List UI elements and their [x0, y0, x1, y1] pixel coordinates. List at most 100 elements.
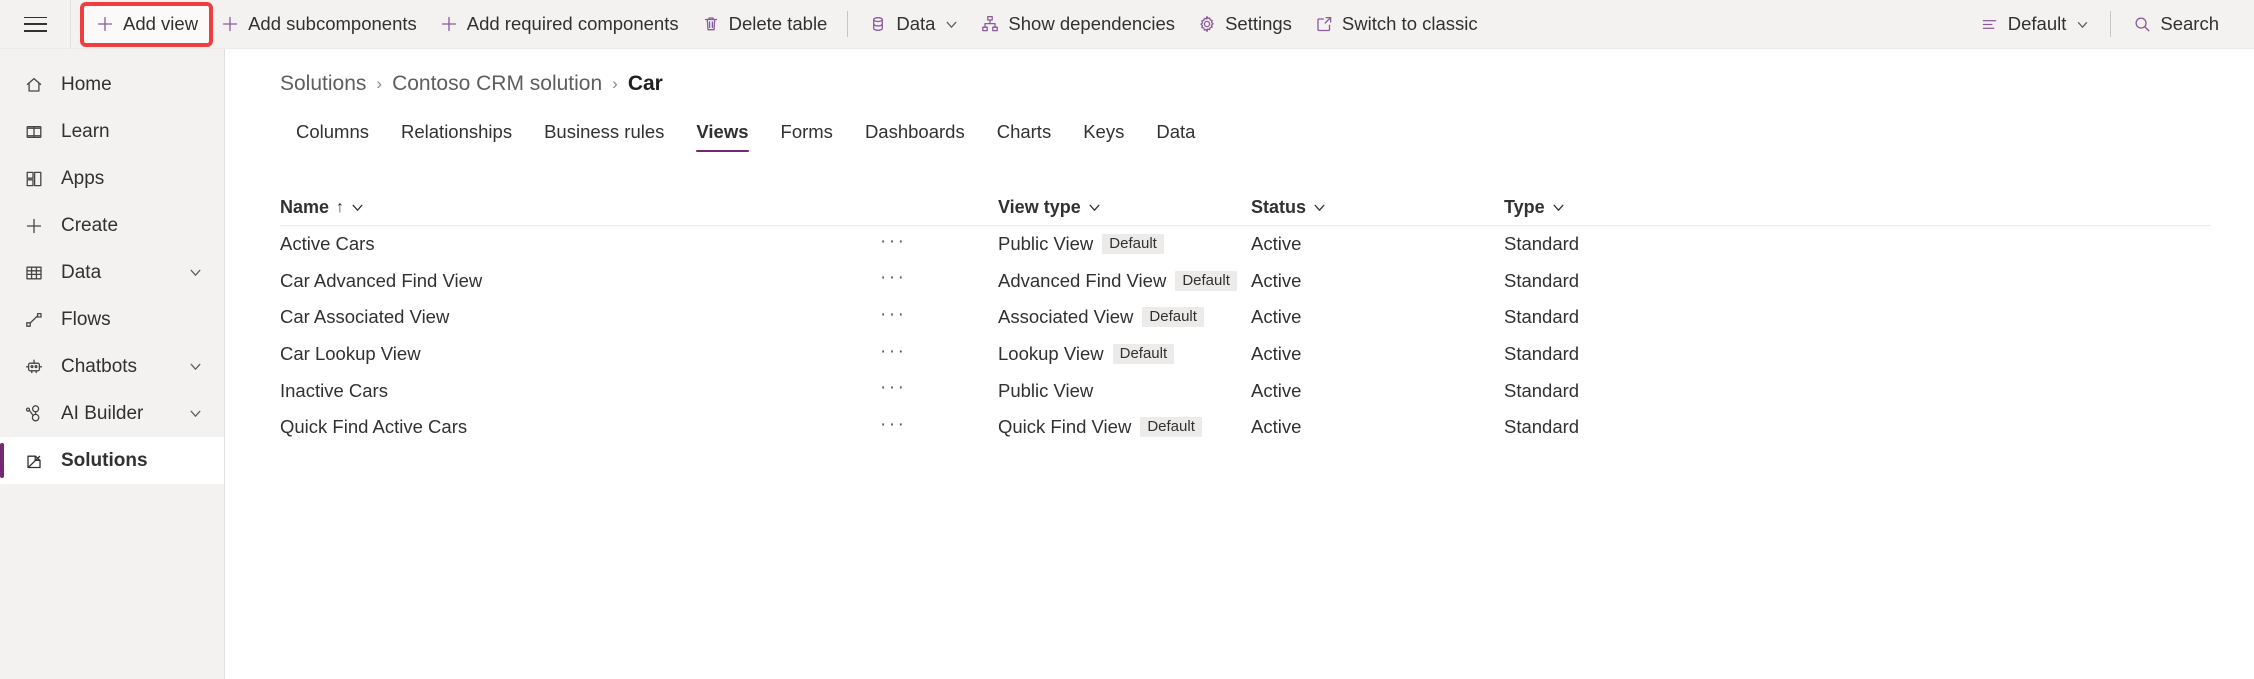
tab-keys[interactable]: Keys [1067, 121, 1140, 152]
chevron-down-icon[interactable] [1313, 201, 1326, 214]
command-buttons: Add view Add subcomponents Add required co… [71, 0, 1969, 49]
default-badge: Default [1140, 417, 1202, 437]
sidebar-item-label: Learn [61, 121, 224, 143]
table-row[interactable]: Car Lookup View··· Lookup ViewDefaultActi… [280, 336, 2210, 373]
table-row[interactable]: Active Cars···Public ViewDefaultActiveSt… [280, 226, 2210, 263]
cell-status: Active [1251, 380, 1504, 402]
sidebar-item-apps[interactable]: Apps [0, 155, 224, 202]
list-icon [1980, 14, 2000, 34]
table-row[interactable]: Car Advanced Find View··· Advanced Find V… [280, 263, 2210, 300]
tab-dashboards[interactable]: Dashboards [849, 121, 981, 152]
table-row[interactable]: Inactive Cars···Public ViewActiveStandar… [280, 372, 2210, 409]
table-row[interactable]: Car Associated View···Associated ViewDef… [280, 299, 2210, 336]
cell-status: Active [1251, 343, 1504, 365]
column-header-type[interactable]: Type [1504, 197, 1804, 218]
cell-name[interactable]: Car Advanced Find View [280, 270, 880, 292]
row-more-options-button[interactable]: ··· [880, 342, 906, 367]
table-row[interactable]: Quick Find Active Cars···Quick Find View… [280, 409, 2210, 446]
sidebar-item-solutions[interactable]: Solutions [0, 437, 224, 484]
sidebar-item-label: Create [61, 215, 224, 237]
sidebar-item-chatbots[interactable]: Chatbots [0, 343, 224, 390]
cell-overflow: ··· [880, 378, 998, 403]
chevron-down-icon[interactable] [1088, 201, 1101, 214]
cell-status: Active [1251, 233, 1504, 255]
breadcrumb-separator-icon: › [376, 74, 382, 94]
home-icon [22, 73, 45, 96]
chevron-down-icon[interactable] [351, 201, 364, 214]
tab-business-rules[interactable]: Business rules [528, 121, 680, 152]
row-more-options-button[interactable]: ··· [880, 415, 906, 440]
book-icon [22, 120, 45, 143]
breadcrumb-separator-icon: › [612, 74, 618, 94]
sidebar-item-label: AI Builder [61, 403, 173, 425]
breadcrumb-item-solutions[interactable]: Solutions [280, 72, 366, 96]
column-header-view_type[interactable]: View type [998, 197, 1251, 218]
search-button[interactable]: Search [2121, 6, 2230, 43]
cell-name[interactable]: Car Lookup View [280, 343, 880, 365]
column-header-label: View type [998, 197, 1081, 218]
delete-table-button[interactable]: Delete table [690, 6, 839, 43]
sidebar-item-label: Home [61, 74, 224, 96]
trash-icon [701, 14, 721, 34]
plus-icon [220, 14, 240, 34]
tab-columns[interactable]: Columns [280, 121, 385, 152]
row-more-options-button[interactable]: ··· [880, 268, 906, 293]
row-more-options-button[interactable]: ··· [880, 378, 906, 403]
toolbar-divider [2110, 11, 2111, 37]
add-view-button[interactable]: Add view [84, 6, 209, 43]
breadcrumb-item-contoso-crm-solution[interactable]: Contoso CRM solution [392, 72, 602, 96]
sidebar-item-home[interactable]: Home [0, 61, 224, 108]
hamburger-menu-button[interactable] [0, 0, 70, 49]
powerapps-maker-portal: Add view Add subcomponents Add required co… [0, 0, 2254, 679]
row-more-options-button[interactable]: ··· [880, 305, 906, 330]
cell-view-type: Public ViewDefault [998, 233, 1251, 255]
cell-type: Standard [1504, 380, 1804, 402]
settings-button[interactable]: Settings [1186, 6, 1303, 43]
tab-charts[interactable]: Charts [981, 121, 1068, 152]
cell-type: Standard [1504, 343, 1804, 365]
default-badge: Default [1102, 234, 1164, 254]
sidebar-item-ai-builder[interactable]: AI Builder [0, 390, 224, 437]
database-icon [868, 14, 888, 34]
sidebar-item-label: Apps [61, 168, 224, 190]
cell-name[interactable]: Inactive Cars [280, 380, 880, 402]
column-header-label: Type [1504, 197, 1545, 218]
row-more-options-button[interactable]: ··· [880, 232, 906, 257]
sidebar-item-flows[interactable]: Flows [0, 296, 224, 343]
chevron-down-icon[interactable] [189, 407, 202, 420]
switch-to-classic-button[interactable]: Switch to classic [1303, 6, 1489, 43]
hierarchy-icon [980, 14, 1000, 34]
sidebar-item-label: Data [61, 262, 173, 284]
tab-forms[interactable]: Forms [765, 121, 849, 152]
view-selector-button[interactable]: Default [1969, 6, 2101, 43]
data-button[interactable]: Data [857, 6, 969, 43]
chevron-down-icon[interactable] [189, 266, 202, 279]
view-type-text: Advanced Find View [998, 270, 1166, 292]
chevron-down-icon[interactable] [189, 360, 202, 373]
sidebar-item-data[interactable]: Data [0, 249, 224, 296]
cell-name[interactable]: Active Cars [280, 233, 880, 255]
default-badge: Default [1175, 271, 1237, 291]
cell-name[interactable]: Car Associated View [280, 306, 880, 328]
show-dependencies-button[interactable]: Show dependencies [969, 6, 1186, 43]
sidebar-item-label: Chatbots [61, 356, 173, 378]
add-subcomponents-label: Add subcomponents [248, 13, 417, 35]
cell-overflow: ··· [880, 342, 998, 367]
settings-label: Settings [1225, 13, 1292, 35]
cell-overflow: ··· [880, 232, 998, 257]
sidebar-item-learn[interactable]: Learn [0, 108, 224, 155]
toolbar-divider [847, 11, 848, 37]
column-header-name[interactable]: Name↑ [280, 197, 880, 218]
tab-data[interactable]: Data [1140, 121, 1211, 152]
tab-views[interactable]: Views [680, 121, 764, 152]
chevron-down-icon[interactable] [1552, 201, 1565, 214]
sidebar-item-label: Flows [61, 309, 224, 331]
sidebar-item-create[interactable]: Create [0, 202, 224, 249]
column-header-status[interactable]: Status [1251, 197, 1504, 218]
tab-relationships[interactable]: Relationships [385, 121, 528, 152]
add-subcomponents-button[interactable]: Add subcomponents [209, 6, 428, 43]
cell-name[interactable]: Quick Find Active Cars [280, 416, 880, 438]
add-required-button[interactable]: Add required components [428, 6, 690, 43]
cell-status: Active [1251, 270, 1504, 292]
cell-view-type: Lookup ViewDefault [998, 343, 1251, 365]
